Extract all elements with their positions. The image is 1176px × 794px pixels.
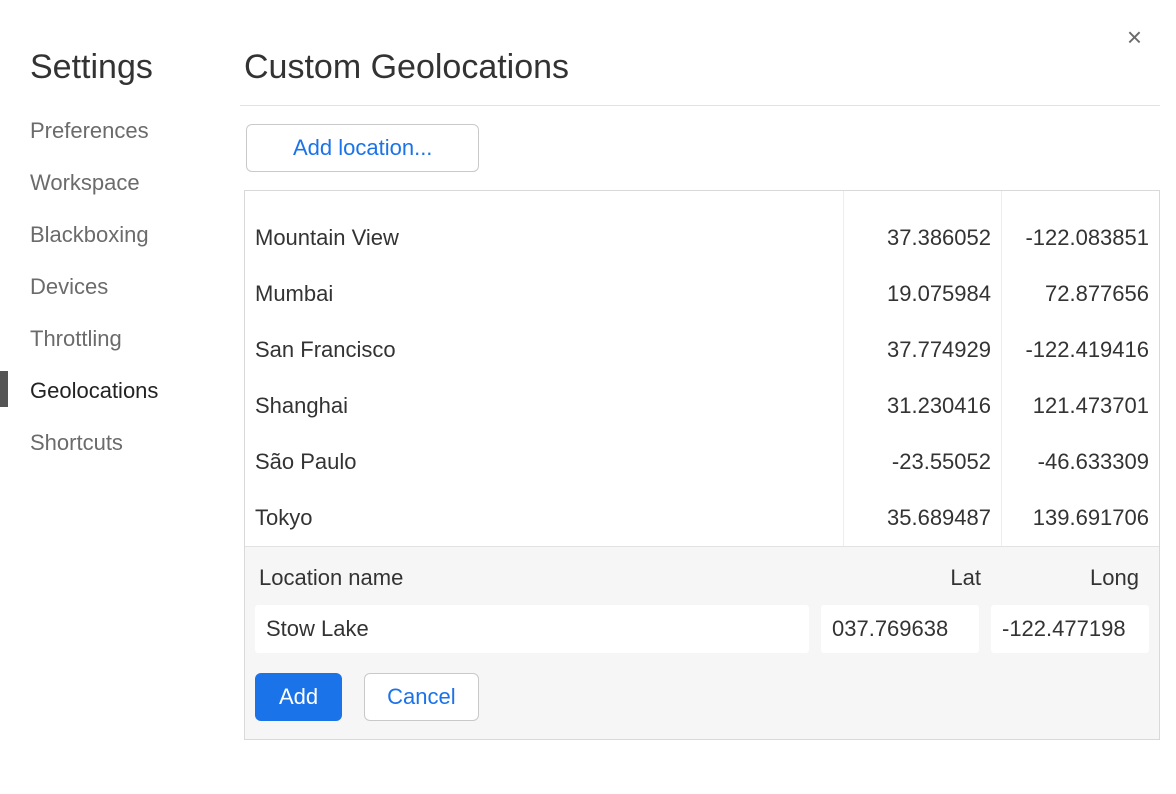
close-icon[interactable]: ×: [1123, 20, 1146, 54]
column-header-lat: Lat: [833, 565, 991, 591]
cell-long: -46.633309: [1001, 434, 1159, 490]
cancel-button[interactable]: Cancel: [364, 673, 478, 721]
settings-title: Settings: [30, 48, 240, 87]
table-row[interactable]: San Francisco37.774929-122.419416: [245, 322, 1159, 378]
page-title: Custom Geolocations: [244, 48, 1160, 87]
cell-lat: 37.386052: [843, 210, 1001, 266]
cell-lat: 19.075984: [843, 266, 1001, 322]
divider: [240, 105, 1160, 106]
location-name-input[interactable]: [255, 605, 809, 653]
column-header-long: Long: [991, 565, 1149, 591]
cell-name: San Francisco: [245, 322, 843, 378]
add-location-form: Location name Lat Long Add Cancel: [245, 546, 1159, 739]
locations-table: Moscow55.75582637.6173Mountain View37.38…: [244, 190, 1160, 740]
sidebar-item-geolocations[interactable]: Geolocations: [30, 365, 240, 417]
add-location-button[interactable]: Add location...: [246, 124, 479, 172]
cell-lat: 31.230416: [843, 378, 1001, 434]
cell-name: São Paulo: [245, 434, 843, 490]
table-row[interactable]: Mountain View37.386052-122.083851: [245, 210, 1159, 266]
settings-sidebar: Settings PreferencesWorkspaceBlackboxing…: [30, 20, 240, 469]
cell-name: Moscow: [245, 191, 843, 210]
geolocations-panel: Custom Geolocations Add location... Mosc…: [240, 20, 1160, 740]
cell-lat: 55.755826: [843, 191, 1001, 210]
sidebar-item-devices[interactable]: Devices: [30, 261, 240, 313]
cell-lat: -23.55052: [843, 434, 1001, 490]
table-row[interactable]: Shanghai31.230416121.473701: [245, 378, 1159, 434]
cell-lat: 35.689487: [843, 490, 1001, 546]
cell-long: 121.473701: [1001, 378, 1159, 434]
table-row[interactable]: Mumbai19.07598472.877656: [245, 266, 1159, 322]
long-input[interactable]: [991, 605, 1149, 653]
table-row[interactable]: Tokyo35.689487139.691706: [245, 490, 1159, 546]
column-header-name: Location name: [255, 565, 833, 591]
sidebar-item-shortcuts[interactable]: Shortcuts: [30, 417, 240, 469]
sidebar-item-throttling[interactable]: Throttling: [30, 313, 240, 365]
sidebar-item-preferences[interactable]: Preferences: [30, 105, 240, 157]
add-button[interactable]: Add: [255, 673, 342, 721]
lat-input[interactable]: [821, 605, 979, 653]
sidebar-item-workspace[interactable]: Workspace: [30, 157, 240, 209]
cell-long: -122.419416: [1001, 322, 1159, 378]
cell-name: Tokyo: [245, 490, 843, 546]
table-row[interactable]: Moscow55.75582637.6173: [245, 191, 1159, 210]
cell-name: Mountain View: [245, 210, 843, 266]
sidebar-item-blackboxing[interactable]: Blackboxing: [30, 209, 240, 261]
cell-name: Mumbai: [245, 266, 843, 322]
cell-name: Shanghai: [245, 378, 843, 434]
cell-lat: 37.774929: [843, 322, 1001, 378]
cell-long: 72.877656: [1001, 266, 1159, 322]
cell-long: 37.6173: [1001, 191, 1159, 210]
cell-long: -122.083851: [1001, 210, 1159, 266]
table-row[interactable]: São Paulo-23.55052-46.633309: [245, 434, 1159, 490]
cell-long: 139.691706: [1001, 490, 1159, 546]
